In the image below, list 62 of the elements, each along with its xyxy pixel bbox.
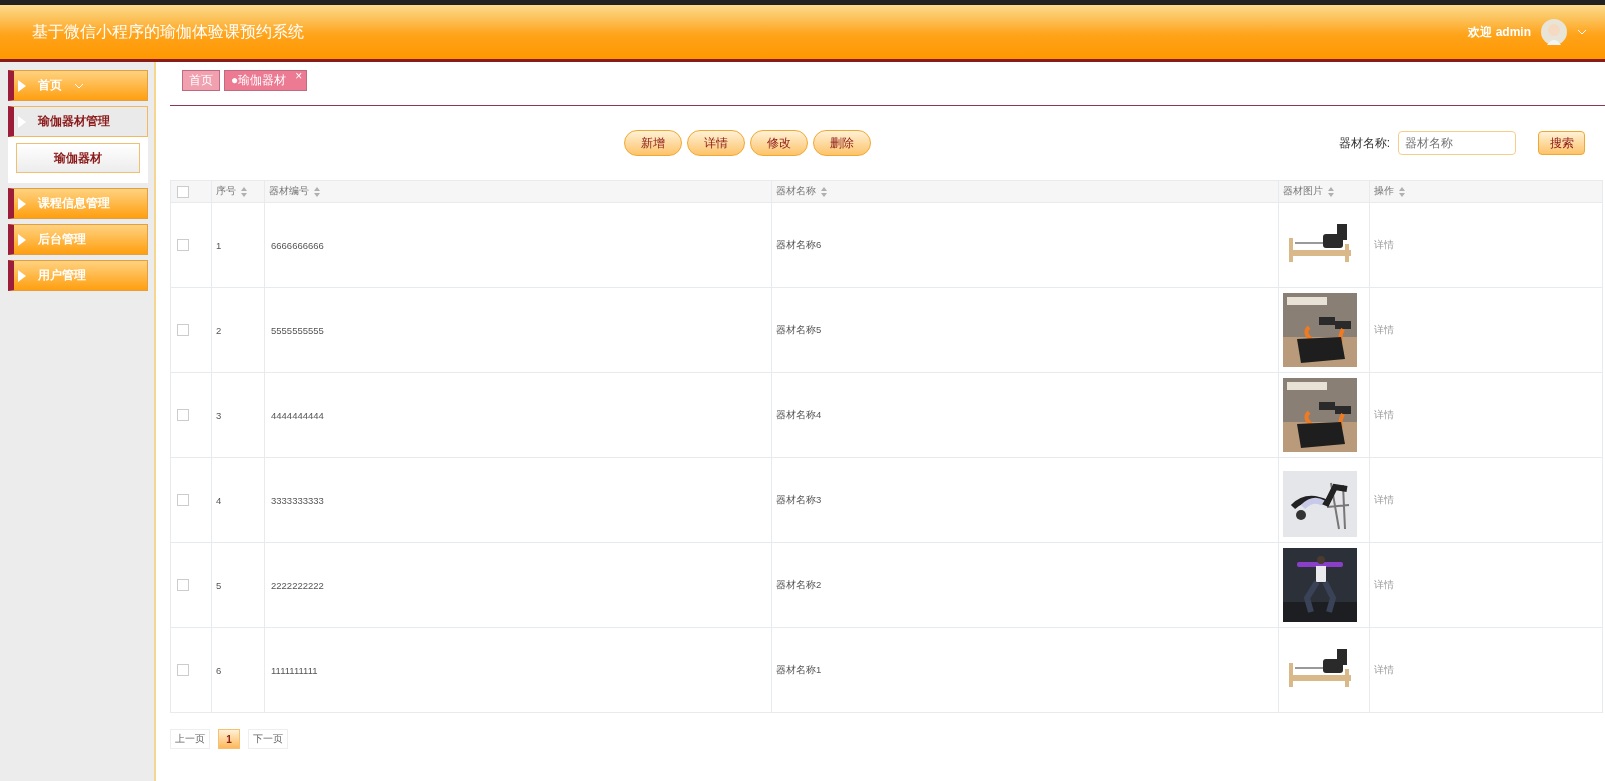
close-icon[interactable]: × <box>295 67 303 86</box>
detail-link[interactable]: 详情 <box>1374 494 1394 505</box>
chevron-down-icon <box>74 82 84 89</box>
detail-link[interactable]: 详情 <box>1374 664 1394 675</box>
table-cell: 6 <box>216 664 222 676</box>
detail-link[interactable]: 详情 <box>1374 324 1394 335</box>
action-button[interactable]: 删除 <box>813 130 871 156</box>
table-cell: 器材名称4 <box>776 408 822 420</box>
checkbox[interactable] <box>177 185 189 198</box>
table-cell-text: 5555555555 <box>270 324 324 336</box>
sort-icon[interactable] <box>1327 185 1335 198</box>
app-title: 基于微信小程序的瑜伽体验课预约系统 <box>32 21 304 42</box>
prev-page-button[interactable]: 上一页 <box>170 729 210 749</box>
sidebar-item[interactable]: 瑜伽器材管理 <box>8 106 148 137</box>
table-cell: 5 <box>216 579 222 591</box>
triangle-icon <box>18 233 26 246</box>
triangle-icon <box>18 269 26 282</box>
detail-link[interactable]: 详情 <box>1374 239 1394 250</box>
column-header[interactable]: 器材名称 <box>776 185 816 198</box>
detail-link[interactable]: 详情 <box>1374 409 1394 420</box>
search-button[interactable]: 搜索 <box>1538 131 1585 155</box>
table-cell-text: 3333333333 <box>270 494 324 506</box>
sidebar-subitem[interactable]: 瑜伽器材 <box>16 143 140 173</box>
action-button[interactable]: 修改 <box>750 130 808 156</box>
page-tab[interactable]: ●瑜伽器材 × <box>224 70 308 91</box>
table-cell-text: 1111111111 <box>270 664 318 676</box>
table-cell: 3 <box>216 409 222 421</box>
table-cell: 器材名称6 <box>776 238 822 250</box>
table-cell-text: 2222222222 <box>270 579 324 591</box>
table-cell: 2 <box>216 324 222 336</box>
checkbox[interactable] <box>177 664 189 677</box>
checkbox[interactable] <box>177 579 189 592</box>
checkbox[interactable] <box>177 324 189 337</box>
table-cell: 器材名称3 <box>776 493 822 505</box>
table-cell: 1 <box>216 239 222 251</box>
sort-icon[interactable] <box>313 185 321 198</box>
welcome-text: 欢迎 admin <box>1468 23 1531 41</box>
table-cell-text: 4444444444 <box>270 409 324 421</box>
triangle-icon <box>18 79 26 92</box>
checkbox[interactable] <box>177 494 189 507</box>
table-cell-text: 6666666666 <box>270 239 324 251</box>
action-button[interactable]: 详情 <box>687 130 745 156</box>
sort-icon[interactable] <box>240 185 248 198</box>
column-header[interactable]: 器材编号 <box>269 185 309 198</box>
detail-link[interactable]: 详情 <box>1374 579 1394 590</box>
table-cell: 器材名称1 <box>776 663 822 675</box>
action-button[interactable]: 新增 <box>624 130 682 156</box>
page-number-button[interactable]: 1 <box>218 729 240 749</box>
next-page-button[interactable]: 下一页 <box>248 729 288 749</box>
sort-icon[interactable] <box>820 185 828 198</box>
sort-icon[interactable] <box>1398 185 1406 198</box>
table-cell: 器材名称2 <box>776 578 822 590</box>
triangle-icon <box>18 197 26 210</box>
column-header[interactable]: 操作 <box>1374 185 1394 198</box>
avatar-icon[interactable] <box>1541 19 1567 45</box>
search-label: 器材名称: <box>1338 134 1390 152</box>
search-field[interactable]: 器材名称 <box>1398 131 1516 155</box>
checkbox[interactable] <box>177 409 189 422</box>
chevron-down-icon[interactable] <box>1577 29 1587 35</box>
checkbox[interactable] <box>177 239 189 252</box>
table-cell: 4 <box>216 494 222 506</box>
table-cell: 器材名称5 <box>776 323 822 335</box>
